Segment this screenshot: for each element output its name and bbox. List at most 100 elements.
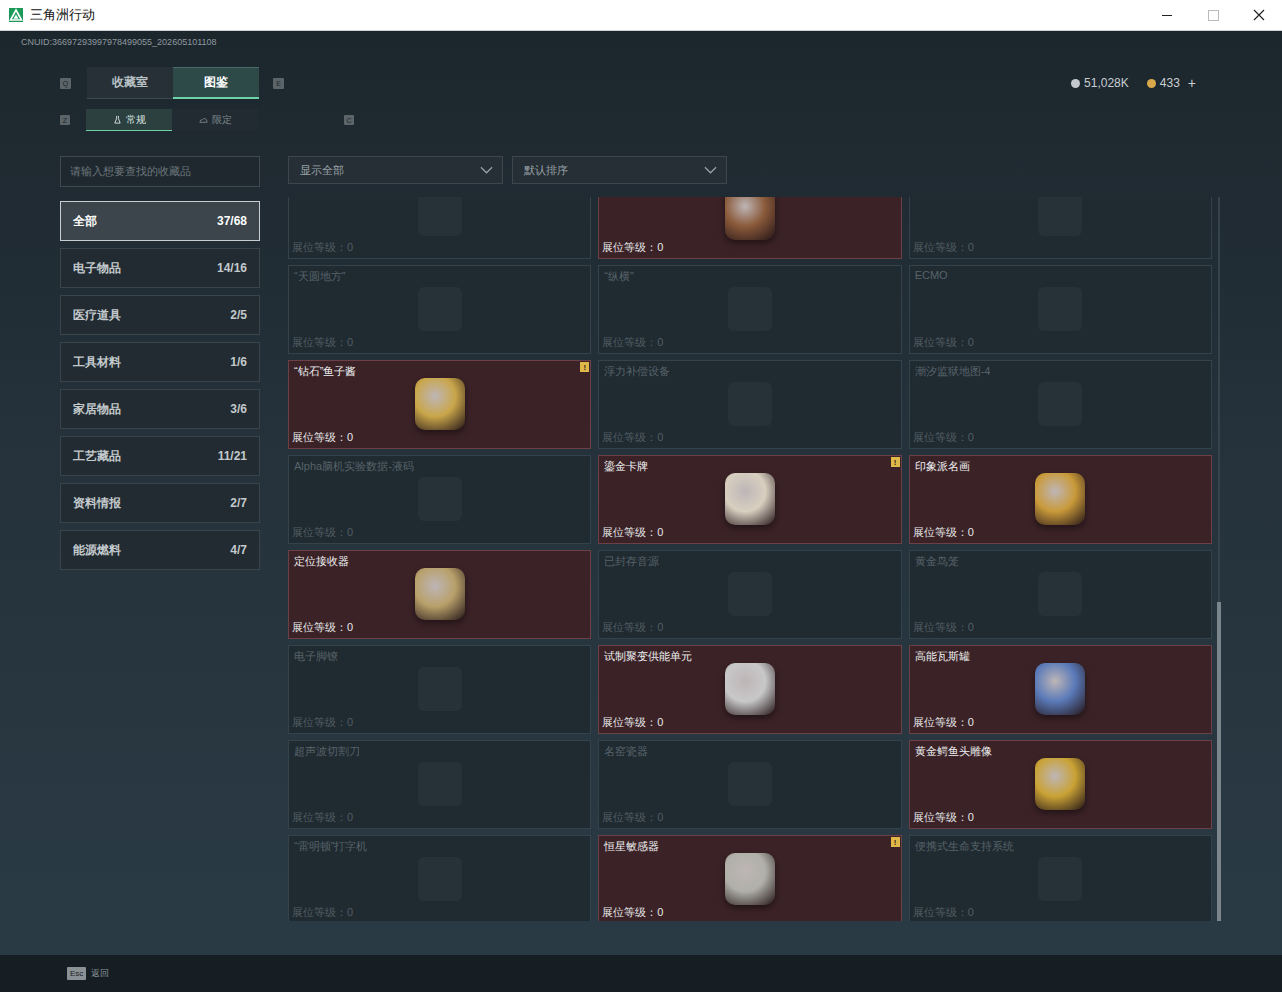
collection-card[interactable]: 高能瓦斯罐展位等级：0 bbox=[909, 645, 1212, 734]
item-image bbox=[728, 382, 772, 426]
item-image bbox=[1035, 473, 1085, 525]
collection-card[interactable]: 黄金鳄鱼头雕像展位等级：0 bbox=[909, 740, 1212, 829]
category-count: 2/7 bbox=[230, 496, 247, 510]
maximize-icon[interactable] bbox=[1190, 0, 1236, 31]
item-name: 恒星敏感器 bbox=[599, 836, 900, 853]
main-tab[interactable]: 收藏室 bbox=[87, 67, 173, 99]
category-item[interactable]: 电子物品14/16 bbox=[60, 248, 260, 288]
display-level: 展位等级：0 bbox=[599, 715, 900, 733]
collection-card[interactable]: 展位等级：0 bbox=[909, 197, 1212, 259]
title-bar: 三角洲行动 bbox=[0, 0, 1282, 31]
display-level: 展位等级：0 bbox=[289, 810, 590, 828]
item-image bbox=[418, 197, 462, 236]
item-image bbox=[1038, 382, 1082, 426]
category-item[interactable]: 全部37/68 bbox=[60, 201, 260, 241]
collection-card[interactable]: “雷明顿”打字机展位等级：0 bbox=[288, 835, 591, 921]
collection-card[interactable]: 展位等级：0 bbox=[288, 197, 591, 259]
item-name: 便携式生命支持系统 bbox=[910, 836, 1211, 853]
filter-dropdown[interactable]: 显示全部 bbox=[288, 156, 503, 184]
new-badge: ! bbox=[891, 837, 900, 847]
back-button[interactable]: 返回 bbox=[91, 967, 109, 980]
category-count: 1/6 bbox=[230, 355, 247, 369]
display-level: 展位等级：0 bbox=[910, 620, 1211, 638]
user-id: CNUID:36697293997978499055_202605101108 bbox=[21, 37, 1282, 48]
display-level: 展位等级：0 bbox=[910, 430, 1211, 448]
item-name: 名窑瓷器 bbox=[599, 741, 900, 758]
item-name: ECMO bbox=[910, 266, 1211, 283]
item-image bbox=[1038, 857, 1082, 901]
display-level: 展位等级：0 bbox=[910, 525, 1211, 543]
item-name: 高能瓦斯罐 bbox=[910, 646, 1211, 663]
collection-card[interactable]: 黄金鸟笼展位等级：0 bbox=[909, 550, 1212, 639]
category-item[interactable]: 医疗道具2/5 bbox=[60, 295, 260, 335]
category-item[interactable]: 工艺藏品11/21 bbox=[60, 436, 260, 476]
collection-card[interactable]: Alpha脑机实验数据-液码展位等级：0 bbox=[288, 455, 591, 544]
coin-icon bbox=[1071, 79, 1080, 88]
item-image bbox=[728, 762, 772, 806]
category-count: 37/68 bbox=[217, 214, 247, 228]
sub-tab[interactable]: 限定 bbox=[172, 109, 258, 131]
collection-card[interactable]: 鎏金卡牌展位等级：0! bbox=[598, 455, 901, 544]
category-item[interactable]: 工具材料1/6 bbox=[60, 342, 260, 382]
collection-card[interactable]: 定位接收器展位等级：0 bbox=[288, 550, 591, 639]
item-name: “雷明顿”打字机 bbox=[289, 836, 590, 853]
item-name: 黄金鳄鱼头雕像 bbox=[910, 741, 1211, 758]
item-name: 试制聚变供能单元 bbox=[599, 646, 900, 663]
item-name: 超声波切割刀 bbox=[289, 741, 590, 758]
item-image bbox=[1038, 572, 1082, 616]
display-level: 展位等级：0 bbox=[910, 905, 1211, 921]
search-field[interactable]: 请输入想要查找的收藏品 bbox=[60, 156, 260, 187]
collection-card[interactable]: 名窑瓷器展位等级：0 bbox=[598, 740, 901, 829]
collection-card[interactable]: 潮汐监狱地图-4 展位等级：0 bbox=[909, 360, 1212, 449]
item-image bbox=[725, 853, 775, 905]
collection-card[interactable]: 恒星敏感器展位等级：0! bbox=[598, 835, 901, 921]
scrollbar-thumb[interactable] bbox=[1217, 602, 1221, 921]
minimize-icon[interactable] bbox=[1144, 0, 1190, 31]
item-image bbox=[415, 378, 465, 430]
item-name: “天圆地方” bbox=[289, 266, 590, 283]
sub-tab[interactable]: 常规 bbox=[86, 109, 172, 131]
coin-icon bbox=[1147, 79, 1156, 88]
display-level: 展位等级：0 bbox=[289, 525, 590, 543]
display-level: 展位等级：0 bbox=[910, 810, 1211, 828]
collection-card[interactable]: ECMO展位等级：0 bbox=[909, 265, 1212, 354]
collection-card[interactable]: 印象派名画展位等级：0 bbox=[909, 455, 1212, 544]
add-currency-button[interactable]: + bbox=[1188, 75, 1196, 91]
item-image bbox=[415, 568, 465, 620]
collection-card[interactable]: 电子脚镣展位等级：0 bbox=[288, 645, 591, 734]
collection-card[interactable]: “天圆地方”展位等级：0 bbox=[288, 265, 591, 354]
main-tab[interactable]: 图鉴 bbox=[173, 67, 259, 99]
item-name: Alpha脑机实验数据-液码 bbox=[289, 456, 590, 473]
collection-card[interactable]: “纵横”展位等级：0 bbox=[598, 265, 901, 354]
item-name: “纵横” bbox=[599, 266, 900, 283]
item-image bbox=[1035, 663, 1085, 715]
collection-card[interactable]: “钻石”鱼子酱展位等级：0! bbox=[288, 360, 591, 449]
item-image bbox=[418, 287, 462, 331]
game-window: 三角洲行动 CNUID:36697293997978499055_20260510… bbox=[0, 0, 1282, 992]
limited-icon bbox=[199, 116, 208, 125]
filter-dropdown[interactable]: 默认排序 bbox=[512, 156, 727, 184]
collection-card[interactable]: 已封存音源展位等级：0 bbox=[598, 550, 901, 639]
collection-card[interactable]: 试制聚变供能单元展位等级：0 bbox=[598, 645, 901, 734]
category-label: 医疗道具 bbox=[73, 307, 121, 324]
item-name: 潮汐监狱地图-4 bbox=[910, 361, 1211, 378]
category-item[interactable]: 家居物品3/6 bbox=[60, 389, 260, 429]
collection-card[interactable]: 便携式生命支持系统展位等级：0 bbox=[909, 835, 1212, 921]
scrollbar[interactable] bbox=[1218, 197, 1220, 921]
display-level: 展位等级：0 bbox=[599, 430, 900, 448]
collection-card[interactable]: 浮力补偿设备展位等级：0 bbox=[598, 360, 901, 449]
close-icon[interactable] bbox=[1236, 0, 1282, 31]
collection-card[interactable]: 超声波切割刀展位等级：0 bbox=[288, 740, 591, 829]
item-image bbox=[728, 572, 772, 616]
collection-card[interactable]: 展位等级：0 bbox=[598, 197, 901, 259]
category-count: 11/21 bbox=[218, 449, 247, 463]
category-count: 14/16 bbox=[217, 261, 247, 275]
display-level: 展位等级：0 bbox=[599, 525, 900, 543]
item-image bbox=[1038, 287, 1082, 331]
game-logo-icon bbox=[9, 8, 23, 22]
category-item[interactable]: 能源燃料4/7 bbox=[60, 530, 260, 570]
item-image bbox=[418, 762, 462, 806]
category-item[interactable]: 资料情报2/7 bbox=[60, 483, 260, 523]
next-subtab-key: C bbox=[344, 115, 354, 125]
item-name: 黄金鸟笼 bbox=[910, 551, 1211, 568]
